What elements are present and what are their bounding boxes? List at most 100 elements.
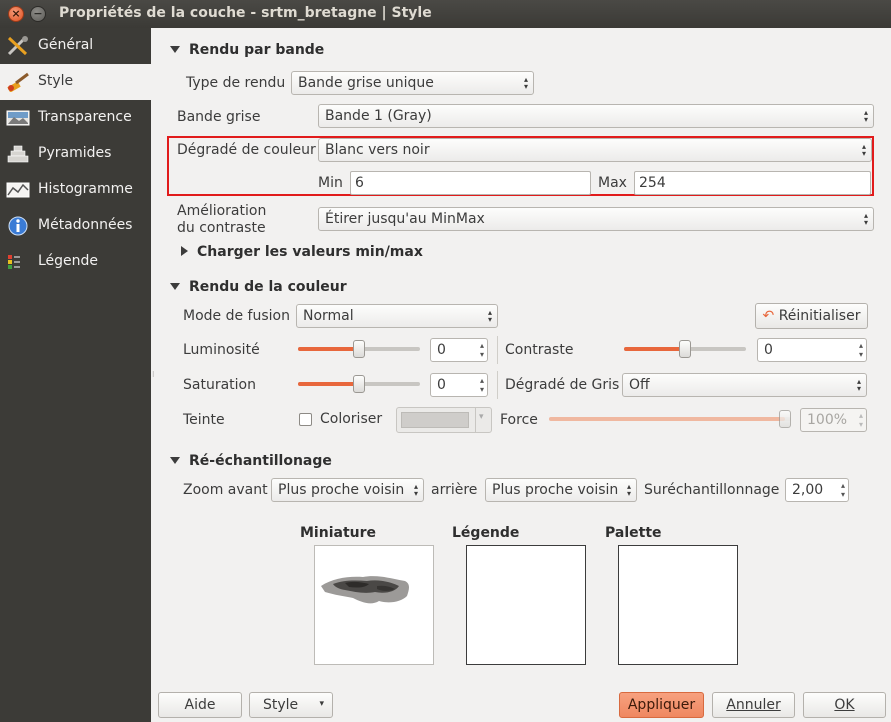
thumbnail-preview xyxy=(314,545,434,665)
colorize-label: Coloriser xyxy=(320,411,383,427)
legend-preview-label: Légende xyxy=(452,525,520,541)
minimize-button[interactable]: − xyxy=(30,6,46,22)
spin-arrows-icon[interactable]: ▴ ▾ xyxy=(859,411,863,429)
updown-arrow-icon: ▴ ▾ xyxy=(487,308,492,324)
color-picker-button[interactable]: ▾ xyxy=(396,407,492,433)
paintbrush-icon xyxy=(7,72,29,92)
sidebar-item-label: Pyramides xyxy=(38,145,112,161)
collapse-arrow-icon xyxy=(170,46,180,53)
hue-label: Teinte xyxy=(183,412,225,428)
section-resampling[interactable]: Ré-échantillonage xyxy=(170,453,332,469)
slider-handle[interactable] xyxy=(779,410,791,428)
render-type-select[interactable]: Bande grise unique ▴ ▾ xyxy=(291,71,534,95)
splitter-handle[interactable]: ⁝ xyxy=(152,370,156,379)
updown-arrow-icon: ▴ ▾ xyxy=(863,211,868,227)
contrast-enhancement-select[interactable]: Étirer jusqu'au MinMax ▴ ▾ xyxy=(318,207,874,231)
ok-label: OK xyxy=(834,697,855,713)
spin-arrows-icon[interactable]: ▴ ▾ xyxy=(841,481,845,499)
reset-button[interactable]: ↶ Réinitialiser xyxy=(755,303,868,329)
title-bar: × − Propriétés de la couche - srtm_breta… xyxy=(0,0,891,28)
sidebar-item-histogram[interactable]: Histogramme xyxy=(0,172,151,208)
help-button[interactable]: Aide xyxy=(158,692,242,718)
sidebar-item-metadata[interactable]: Métadonnées xyxy=(0,208,151,244)
updown-arrow-icon: ▴ ▾ xyxy=(626,482,631,498)
gray-band-select[interactable]: Bande 1 (Gray) ▴ ▾ xyxy=(318,104,874,128)
apply-button[interactable]: Appliquer xyxy=(619,692,704,718)
saturation-slider[interactable] xyxy=(298,375,420,393)
zoom-in-label: Zoom avant xyxy=(183,482,268,498)
color-gradient-select[interactable]: Blanc vers noir ▴ ▾ xyxy=(318,138,872,162)
oversampling-value: 2,00 xyxy=(792,482,824,498)
sidebar-item-transparency[interactable]: Transparence xyxy=(0,100,151,136)
strength-value: 100% xyxy=(807,412,848,428)
blend-mode-value: Normal xyxy=(303,308,354,324)
sidebar-item-label: Légende xyxy=(38,253,99,269)
blend-mode-select[interactable]: Normal ▴ ▾ xyxy=(296,304,498,328)
spin-arrows-icon[interactable]: ▴ ▾ xyxy=(480,341,484,359)
transparency-icon xyxy=(6,110,30,126)
grayscale-label: Dégradé de Gris xyxy=(505,377,620,393)
thumbnail-label: Miniature xyxy=(300,525,377,541)
close-icon: × xyxy=(11,7,21,20)
legend-preview xyxy=(466,545,586,665)
sidebar-item-style[interactable]: Style xyxy=(0,64,151,100)
contrast-slider[interactable] xyxy=(624,340,746,358)
load-minmax-expander[interactable]: Charger les valeurs min/max xyxy=(181,244,423,260)
pyramids-icon xyxy=(7,145,29,163)
section-title: Rendu de la couleur xyxy=(189,279,347,295)
sidebar-item-legend[interactable]: Légende xyxy=(0,244,151,280)
ok-button[interactable]: OK xyxy=(803,692,886,718)
zoom-out-label: arrière xyxy=(431,482,478,498)
max-input[interactable]: 254 xyxy=(634,171,871,195)
slider-handle[interactable] xyxy=(353,375,365,393)
slider-handle[interactable] xyxy=(679,340,691,358)
render-type-value: Bande grise unique xyxy=(298,75,434,91)
divider xyxy=(497,371,498,399)
updown-arrow-icon: ▴ ▾ xyxy=(523,75,528,91)
spin-arrows-icon[interactable]: ▴ ▾ xyxy=(480,376,484,394)
brightness-label: Luminosité xyxy=(183,342,260,358)
slider-fill xyxy=(298,382,359,386)
max-label: Max xyxy=(598,175,627,191)
reset-label: Réinitialiser xyxy=(778,308,861,324)
min-label: Min xyxy=(318,175,343,191)
sidebar-item-general[interactable]: Général xyxy=(0,28,151,64)
palette-label: Palette xyxy=(605,525,662,541)
style-menu-button[interactable]: Style ▾ xyxy=(249,692,333,718)
section-title: Rendu par bande xyxy=(189,42,325,58)
updown-arrow-icon: ▴ ▾ xyxy=(856,377,861,393)
cancel-button[interactable]: Annuler xyxy=(712,692,795,718)
oversampling-spinbox[interactable]: 2,00 ▴ ▾ xyxy=(785,478,849,502)
brightness-spinbox[interactable]: 0 ▴ ▾ xyxy=(430,338,488,362)
updown-arrow-icon: ▴ ▾ xyxy=(861,142,866,158)
histogram-icon xyxy=(6,182,30,198)
brightness-slider[interactable] xyxy=(298,340,420,358)
updown-arrow-icon: ▴ ▾ xyxy=(413,482,418,498)
minimize-icon: − xyxy=(33,7,43,20)
contrast-spinbox[interactable]: 0 ▴ ▾ xyxy=(757,338,867,362)
colorize-checkbox[interactable] xyxy=(299,413,312,426)
strength-spinbox[interactable]: 100% ▴ ▾ xyxy=(800,408,867,432)
zoom-out-value: Plus proche voisin xyxy=(492,482,619,498)
tools-icon xyxy=(7,36,28,56)
saturation-spinbox[interactable]: 0 ▴ ▾ xyxy=(430,373,488,397)
strength-slider[interactable] xyxy=(549,410,791,428)
render-type-label: Type de rendu xyxy=(186,75,286,91)
section-color-render[interactable]: Rendu de la couleur xyxy=(170,279,347,295)
zoom-in-select[interactable]: Plus proche voisin ▴ ▾ xyxy=(271,478,424,502)
zoom-out-select[interactable]: Plus proche voisin ▴ ▾ xyxy=(485,478,637,502)
grayscale-select[interactable]: Off ▴ ▾ xyxy=(622,373,867,397)
chevron-down-icon: ▾ xyxy=(319,699,324,709)
slider-handle[interactable] xyxy=(353,340,365,358)
slider-fill xyxy=(624,347,685,351)
oversampling-label: Suréchantillonnage xyxy=(644,482,780,498)
info-icon xyxy=(8,216,28,236)
section-band-render[interactable]: Rendu par bande xyxy=(170,42,324,58)
sidebar-item-pyramids[interactable]: Pyramides xyxy=(0,136,151,172)
load-minmax-label: Charger les valeurs min/max xyxy=(197,244,423,260)
spin-arrows-icon[interactable]: ▴ ▾ xyxy=(859,341,863,359)
close-button[interactable]: × xyxy=(8,6,24,22)
grayscale-value: Off xyxy=(629,377,650,393)
min-input[interactable]: 6 xyxy=(350,171,591,195)
palette-preview xyxy=(618,545,738,665)
